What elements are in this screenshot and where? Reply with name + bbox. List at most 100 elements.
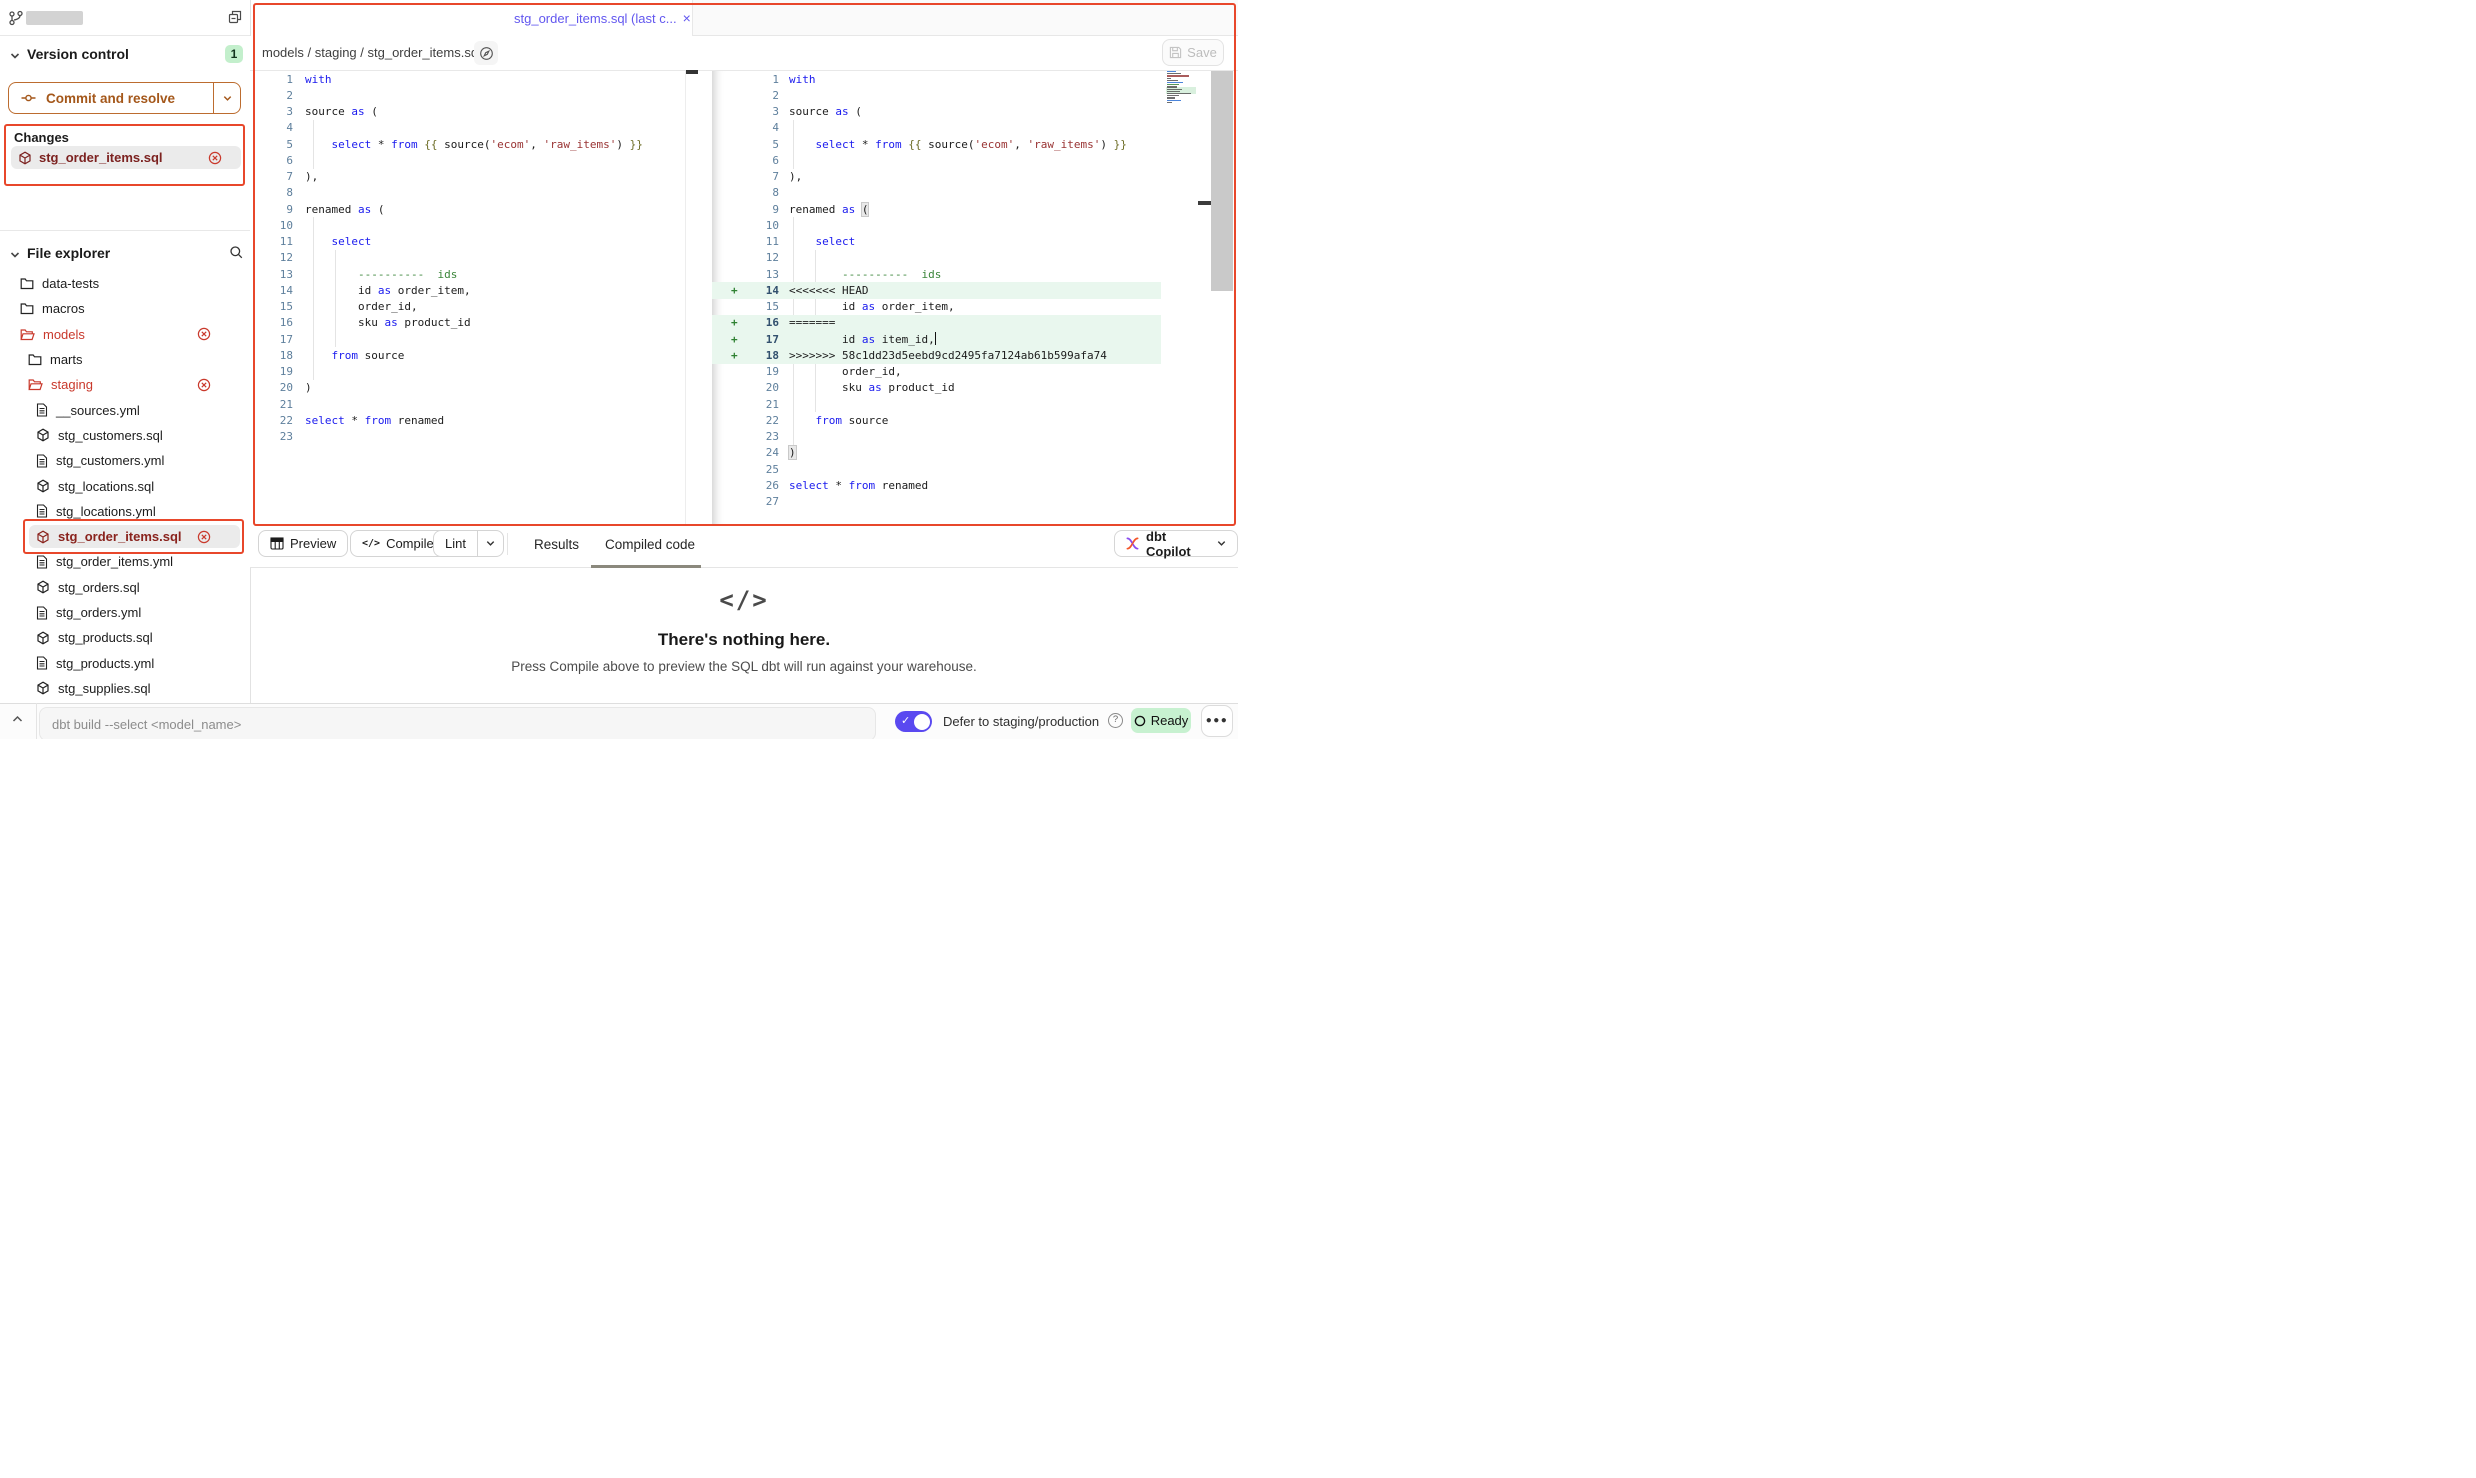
code-line-20: 20 sku as product_id xyxy=(712,380,1235,396)
file-label: staging xyxy=(51,377,93,392)
preview-button[interactable]: Preview xyxy=(258,530,348,557)
tab-compiled-code[interactable]: Compiled code xyxy=(605,537,695,552)
model-icon xyxy=(36,631,50,645)
defer-label: Defer to staging/production xyxy=(943,714,1099,729)
file-explorer-item-stg_customers.yml[interactable]: stg_customers.yml xyxy=(0,448,250,473)
file-explorer-item-stg_orders.sql[interactable]: stg_orders.sql xyxy=(0,575,250,600)
line-number: 2 xyxy=(744,89,779,102)
code-line-17: 17 xyxy=(250,331,698,347)
line-number: 18 xyxy=(250,349,293,362)
code-text: order_id, xyxy=(779,365,902,378)
command-input[interactable]: dbt build --select <model_name> xyxy=(39,707,876,739)
code-text: id as order_item, xyxy=(293,284,471,297)
commit-dropdown-chevron-icon[interactable] xyxy=(214,93,240,104)
file-explorer-item-marts[interactable]: marts xyxy=(0,347,250,372)
line-number: 19 xyxy=(744,365,779,378)
file-explorer-item-models[interactable]: models xyxy=(0,322,250,347)
code-text: ) xyxy=(779,446,796,459)
lineage-button[interactable] xyxy=(474,41,498,65)
file-explorer-item-__sources.yml[interactable]: __sources.yml xyxy=(0,397,250,422)
file-explorer-item-staging[interactable]: staging xyxy=(0,372,250,397)
file-explorer-item-stg_supplies.sql[interactable]: stg_supplies.sql xyxy=(0,676,250,701)
line-number: 26 xyxy=(744,479,779,492)
model-icon xyxy=(36,428,50,442)
code-text: ---------- ids xyxy=(293,268,457,281)
line-number: 3 xyxy=(250,105,293,118)
search-icon[interactable] xyxy=(229,245,244,260)
folder-open-icon xyxy=(20,328,35,341)
code-line-7: 7), xyxy=(712,169,1235,185)
lint-button-label: Lint xyxy=(434,536,477,551)
tab-results[interactable]: Results xyxy=(534,537,579,552)
code-line-6: 6 xyxy=(712,152,1235,168)
lint-button[interactable]: Lint xyxy=(433,530,504,557)
commit-and-resolve-button[interactable]: Commit and resolve xyxy=(8,82,241,114)
changes-file-row[interactable]: stg_order_items.sql xyxy=(11,146,241,169)
code-line-9: 9renamed as ( xyxy=(712,201,1235,217)
code-line-5: 5 select * from {{ source('ecom', 'raw_i… xyxy=(250,136,698,152)
discard-change-icon[interactable] xyxy=(208,151,222,165)
tab-close-icon[interactable]: × xyxy=(683,10,691,26)
sidebar-divider xyxy=(0,230,250,231)
code-text: with xyxy=(779,73,816,86)
discard-change-icon[interactable] xyxy=(197,378,211,392)
compile-button-label: Compile xyxy=(386,536,434,551)
line-number: 15 xyxy=(250,300,293,313)
code-pane-right-diff[interactable]: 1with23source as (45 select * from {{ so… xyxy=(712,71,1235,524)
file-explorer-item-macros[interactable]: macros xyxy=(0,296,250,321)
line-number: 8 xyxy=(744,186,779,199)
line-number: 1 xyxy=(250,73,293,86)
defer-toggle[interactable]: ✓ xyxy=(895,711,932,732)
discard-change-icon[interactable] xyxy=(197,530,211,544)
file-label: stg_locations.sql xyxy=(58,479,154,494)
line-number: 5 xyxy=(250,138,293,151)
file-explorer-item-stg_order_items.yml[interactable]: stg_order_items.yml xyxy=(0,549,250,574)
command-bar-expand-icon[interactable] xyxy=(11,714,24,724)
lint-dropdown-chevron-icon[interactable] xyxy=(478,538,503,549)
save-button[interactable]: Save xyxy=(1162,39,1224,66)
line-number: 19 xyxy=(250,365,293,378)
version-control-chevron-icon[interactable] xyxy=(9,50,21,62)
file-explorer-item-stg_customers.sql[interactable]: stg_customers.sql xyxy=(0,423,250,448)
preview-table-icon xyxy=(270,537,284,550)
line-number: 3 xyxy=(744,105,779,118)
editor-toolbar: Preview </> Compile Lint Results Compile… xyxy=(250,524,1238,568)
empty-state-title: There's nothing here. xyxy=(250,630,1238,650)
file-explorer-chevron-icon[interactable] xyxy=(9,249,21,261)
file-explorer-item-stg_locations.yml[interactable]: stg_locations.yml xyxy=(0,499,250,524)
code-line-12: 12 xyxy=(712,250,1235,266)
file-explorer-item-stg_locations.sql[interactable]: stg_locations.sql xyxy=(0,473,250,498)
save-button-label: Save xyxy=(1187,45,1217,60)
command-bar-divider xyxy=(36,703,37,739)
code-line-9: 9renamed as ( xyxy=(250,201,698,217)
file-label: stg_supplies.sql xyxy=(58,681,151,696)
help-icon[interactable]: ? xyxy=(1108,713,1123,728)
tab-stg-order-items[interactable]: stg_order_items.sql (last c... × xyxy=(504,0,693,36)
sidebar: Version control 1 Commit and resolve Cha… xyxy=(0,0,251,703)
folder-open-icon xyxy=(28,378,43,391)
file-label: stg_products.yml xyxy=(56,656,154,671)
file-explorer-item-data-tests[interactable]: data-tests xyxy=(0,271,250,296)
code-text: select * from {{ source('ecom', 'raw_ite… xyxy=(779,138,1127,151)
line-number: 21 xyxy=(744,398,779,411)
more-options-button[interactable]: ●●● xyxy=(1201,705,1233,737)
code-pane-left[interactable]: 1with23source as (45 select * from {{ so… xyxy=(250,71,698,524)
compile-button[interactable]: </> Compile xyxy=(350,530,446,557)
code-line-18: 18 from source xyxy=(250,347,698,363)
file-explorer-item-stg_products.yml[interactable]: stg_products.yml xyxy=(0,650,250,675)
line-number: 13 xyxy=(744,268,779,281)
file-explorer-item-stg_orders.yml[interactable]: stg_orders.yml xyxy=(0,600,250,625)
code-brackets-icon: </> xyxy=(362,538,380,549)
file-explorer-item-stg_order_items.sql[interactable]: stg_order_items.sql xyxy=(0,524,250,549)
dbt-copilot-button[interactable]: dbt Copilot xyxy=(1114,530,1238,557)
code-text: ), xyxy=(293,170,318,183)
code-line-21: 21 xyxy=(712,396,1235,412)
code-text: id as item_id, xyxy=(779,332,936,346)
copy-branch-icon[interactable] xyxy=(227,9,244,26)
code-text: source as ( xyxy=(293,105,378,118)
copilot-chevron-icon xyxy=(1216,538,1227,549)
dbt-cloud-ide: Version control 1 Commit and resolve Cha… xyxy=(0,0,1238,739)
file-explorer-item-stg_products.sql[interactable]: stg_products.sql xyxy=(0,625,250,650)
discard-change-icon[interactable] xyxy=(197,327,211,341)
model-icon xyxy=(36,580,50,594)
